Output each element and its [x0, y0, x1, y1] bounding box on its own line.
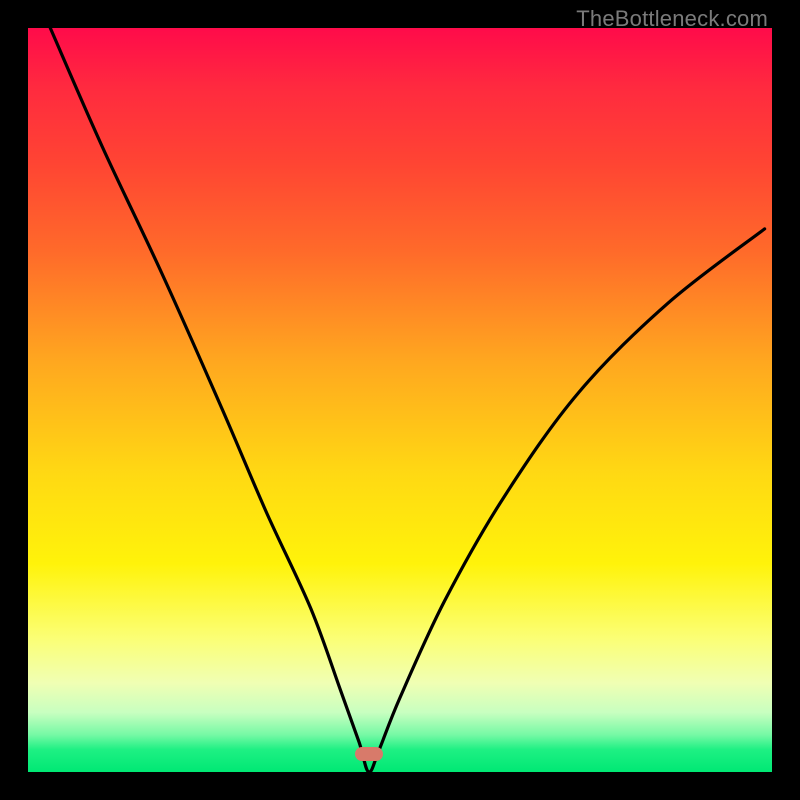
attribution-text: TheBottleneck.com [576, 6, 768, 32]
chart-frame: TheBottleneck.com [0, 0, 800, 800]
plot-area [28, 28, 772, 772]
bottleneck-curve [28, 28, 772, 772]
minimum-marker [355, 747, 383, 761]
